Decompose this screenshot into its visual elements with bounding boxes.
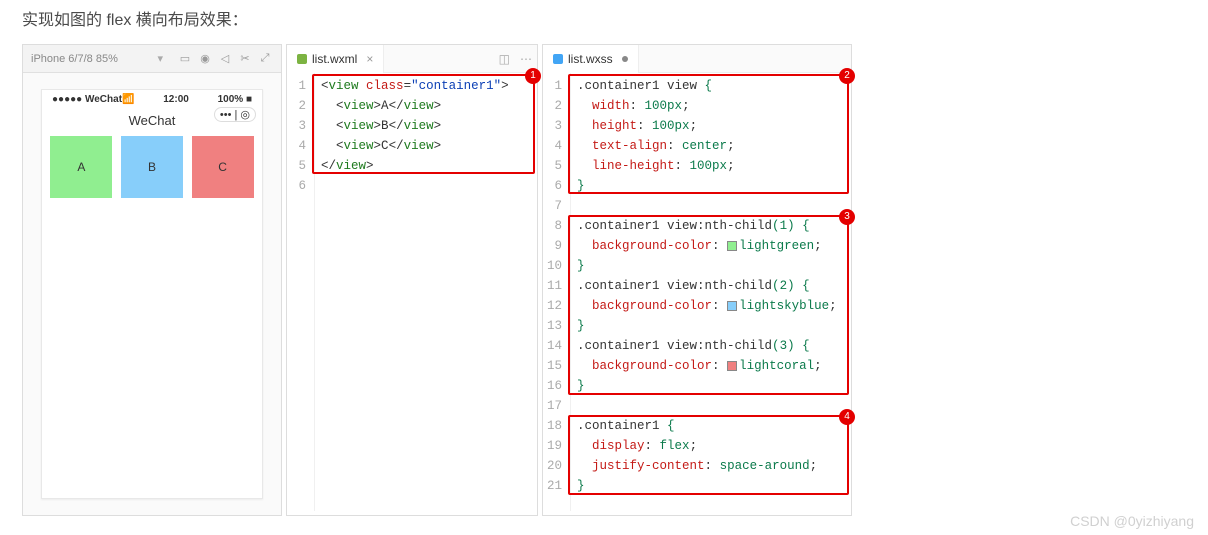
annotation-badge-2: 2 [839,68,855,84]
app-title: WeChat [129,113,176,128]
wxss-tabbar: list.wxss [543,45,851,73]
wxml-editor: list.wxml × ◫ ⋯ 123456 1 <view class="co… [286,44,538,516]
wxml-code[interactable]: 123456 1 <view class="container1"> <view… [287,73,537,511]
carrier-label: ●●●●● WeChat📶 [52,94,134,105]
wxss-editor: list.wxss 123456789101112131415161718192… [542,44,852,516]
box-b: B [121,136,183,198]
annotation-badge-1: 1 [525,68,541,84]
chevron-down-icon[interactable]: ▾ [157,52,163,65]
tab-list-wxml[interactable]: list.wxml × [287,45,384,73]
annotation-box-1: 1 [312,74,535,174]
expand-icon[interactable]: ⤢ [257,52,273,65]
time-label: 12:00 [163,94,189,105]
flex-container: A B C [42,136,262,198]
annotation-box-3: 3 [568,215,849,395]
watermark: CSDN @0yizhiyang [1070,513,1194,529]
wxml-tabbar: list.wxml × ◫ ⋯ [287,45,537,73]
tab-list-wxss[interactable]: list.wxss [543,45,639,73]
wxss-code[interactable]: 123456789101112131415161718192021 2 3 4 … [543,73,851,511]
box-c: C [192,136,254,198]
simulator-toolbar: iPhone 6/7/8 85% ▾ ▭ ◉ ◁ ✂ ⤢ [23,45,281,73]
annotation-badge-3: 3 [839,209,855,225]
nav-bar: WeChat ••• | ◎ [42,109,262,136]
record-icon[interactable]: ◉ [197,52,213,65]
cut-icon[interactable]: ✂ [237,52,253,65]
share-icon[interactable]: ◁ [217,52,233,65]
device-selector[interactable]: iPhone 6/7/8 85% [31,53,157,65]
phone-icon[interactable]: ▭ [177,52,193,65]
annotation-badge-4: 4 [839,409,855,425]
box-a: A [50,136,112,198]
annotation-box-2: 2 [568,74,849,194]
capsule-button[interactable]: ••• | ◎ [214,107,256,122]
split-icon[interactable]: ◫ [494,52,515,66]
page-title: 实现如图的 flex 横向布局效果： [0,0,1208,44]
simulator-panel: iPhone 6/7/8 85% ▾ ▭ ◉ ◁ ✂ ⤢ ●●●●● WeCha… [22,44,282,516]
unsaved-dot-icon [622,56,628,62]
more-icon[interactable]: ⋯ [515,52,537,66]
wxss-filename: list.wxss [568,52,613,66]
close-icon[interactable]: × [366,52,373,66]
wxml-file-icon [297,54,307,64]
annotation-box-4: 4 [568,415,849,495]
wxss-file-icon [553,54,563,64]
phone-frame: ●●●●● WeChat📶 12:00 100% ■ WeChat ••• | … [41,89,263,499]
wxml-filename: list.wxml [312,52,357,66]
battery-label: 100% ■ [218,94,252,105]
